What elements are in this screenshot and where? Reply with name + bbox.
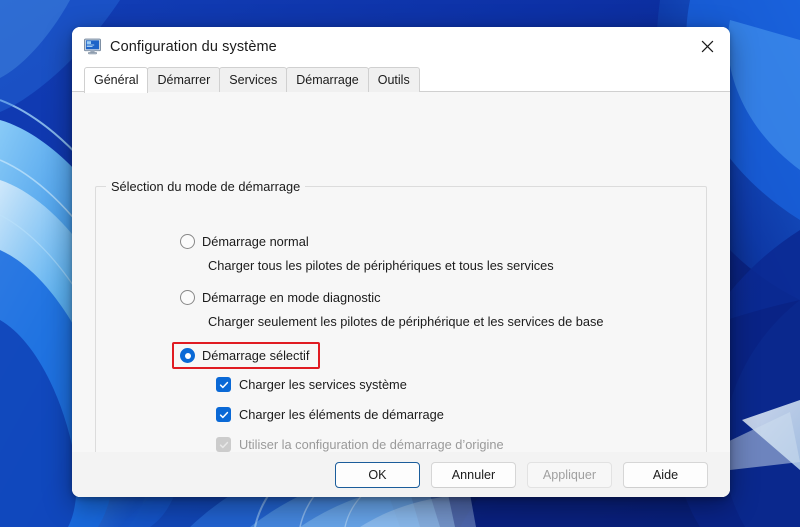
desktop-background: Configuration du système Général Démarre…: [0, 0, 800, 527]
checkbox-label: Charger les services système: [239, 377, 407, 392]
ok-button[interactable]: OK: [335, 461, 420, 488]
system-configuration-icon: [84, 38, 101, 55]
checkbox-charger-services-systeme[interactable]: Charger les services système: [216, 377, 407, 392]
tab-demarrage[interactable]: Démarrage: [286, 67, 369, 92]
close-button[interactable]: [685, 27, 730, 66]
radio-demarrage-normal[interactable]: Démarrage normal: [180, 234, 309, 249]
checkmark-icon: [219, 441, 228, 448]
tab-label: Services: [229, 73, 278, 87]
radio-indicator: [180, 290, 195, 305]
tab-general[interactable]: Général: [84, 67, 149, 93]
button-label: Appliquer: [542, 467, 597, 482]
radio-label: Démarrage en mode diagnostic: [202, 290, 381, 305]
checkbox-indicator: [216, 407, 231, 422]
radio-demarrage-normal-description: Charger tous les pilotes de périphérique…: [208, 258, 554, 273]
radio-mode-diagnostic[interactable]: Démarrage en mode diagnostic: [180, 290, 381, 305]
checkmark-icon: [219, 411, 228, 418]
tab-outils[interactable]: Outils: [367, 67, 420, 92]
cancel-button[interactable]: Annuler: [431, 461, 516, 488]
checkbox-indicator-disabled: [216, 437, 231, 452]
radio-indicator-selected: [180, 348, 195, 363]
tab-label: Démarrage: [296, 73, 359, 87]
tab-services[interactable]: Services: [219, 67, 288, 92]
checkbox-label: Charger les éléments de démarrage: [239, 407, 444, 422]
help-button[interactable]: Aide: [623, 461, 708, 488]
window-titlebar: Configuration du système: [72, 27, 730, 66]
tab-label: Outils: [377, 73, 410, 87]
radio-demarrage-selectif[interactable]: Démarrage sélectif: [180, 348, 309, 363]
tab-strip: Général Démarrer Services Démarrage Outi…: [72, 66, 730, 93]
dialog-footer: OK Annuler Appliquer Aide: [72, 452, 730, 497]
apply-button: Appliquer: [527, 461, 612, 488]
checkbox-charger-elements-demarrage[interactable]: Charger les éléments de démarrage: [216, 407, 444, 422]
groupbox-title: Sélection du mode de démarrage: [106, 179, 306, 194]
radio-label: Démarrage sélectif: [202, 348, 310, 363]
checkmark-icon: [219, 381, 228, 388]
checkbox-configuration-origine: Utiliser la configuration de démarrage d…: [216, 437, 504, 452]
window-title: Configuration du système: [110, 38, 277, 55]
button-label: Annuler: [451, 467, 496, 482]
dialog-content: Sélection du mode de démarrage Démarrage…: [72, 92, 730, 497]
tab-label: Démarrer: [157, 73, 211, 87]
radio-label: Démarrage normal: [202, 234, 309, 249]
button-label: Aide: [652, 467, 679, 482]
button-label: OK: [368, 467, 387, 482]
checkbox-indicator: [216, 377, 231, 392]
radio-indicator: [180, 234, 195, 249]
tab-label: Général: [94, 73, 139, 87]
checkbox-label: Utiliser la configuration de démarrage d…: [239, 437, 504, 452]
system-configuration-window: Configuration du système Général Démarre…: [72, 27, 730, 497]
close-icon: [701, 40, 714, 53]
radio-mode-diagnostic-description: Charger seulement les pilotes de périphé…: [208, 314, 604, 329]
tab-demarrer[interactable]: Démarrer: [147, 67, 221, 92]
